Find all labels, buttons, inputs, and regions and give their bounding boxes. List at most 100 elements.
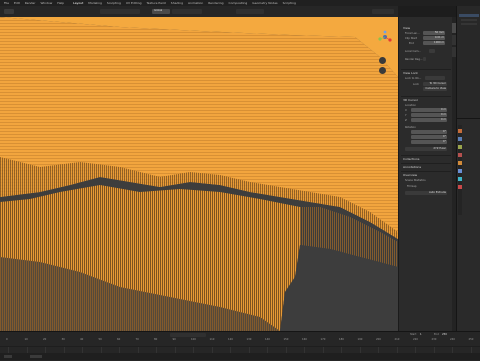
tab-uv-editing[interactable]: UV Editing xyxy=(126,1,142,5)
timeline-tick-label: 120 xyxy=(228,338,233,341)
auto-extrude-button[interactable]: Auto Extrude xyxy=(405,191,447,195)
orientation-label: Global xyxy=(154,9,163,12)
timeline-tick-label: 100 xyxy=(191,338,196,341)
view-lock-title[interactable]: View Lock xyxy=(403,71,418,75)
tab-layout[interactable]: Layout xyxy=(73,1,83,5)
orientation-dropdown[interactable]: Global xyxy=(152,9,170,14)
tab-geometry-nodes[interactable]: Geometry Nodes xyxy=(252,1,277,5)
menu-edit[interactable]: Edit xyxy=(14,1,20,5)
outliner-panel[interactable] xyxy=(456,6,480,118)
y-label: Y xyxy=(405,114,407,117)
start-value[interactable]: 1 xyxy=(420,333,422,336)
outliner-row[interactable] xyxy=(461,19,477,21)
timeline-tick-label: 170 xyxy=(320,338,326,341)
menu-file[interactable]: File xyxy=(4,1,9,5)
cursor-rz-field[interactable]: 0° xyxy=(411,140,447,144)
timeline-tick-label: 240 xyxy=(450,338,455,341)
camera-to-view-toggle[interactable]: Camera to View xyxy=(423,87,447,91)
cursor-section-title[interactable]: 3D Cursor xyxy=(403,98,418,102)
timeline-tick-label: 200 xyxy=(376,338,381,341)
pan-button[interactable] xyxy=(379,67,386,74)
outliner-row[interactable] xyxy=(461,23,477,25)
properties-tabs[interactable] xyxy=(458,125,462,215)
mouse-hint xyxy=(30,355,42,358)
rotation-label: Rotation xyxy=(405,126,416,129)
clip-end-field[interactable]: 1000 m xyxy=(423,41,445,45)
tab-compositing[interactable]: Compositing xyxy=(229,1,248,5)
cursor-y-value: 0 m xyxy=(440,113,446,116)
playback-controls[interactable] xyxy=(170,333,206,337)
cursor-rz-value: 0° xyxy=(443,140,446,143)
timeline-tick-label: 80 xyxy=(154,338,158,341)
collections-title[interactable]: Collections xyxy=(403,157,419,161)
auto-extrude-text: Auto Extrude xyxy=(429,191,446,194)
lock-to-object-field[interactable] xyxy=(425,76,445,80)
world-tab-icon[interactable] xyxy=(458,153,462,157)
local-camera-toggle[interactable] xyxy=(429,49,435,53)
output-tab-icon[interactable] xyxy=(458,137,462,141)
to-3d-cursor-text: To 3D Cursor xyxy=(429,82,446,85)
navigation-gizmo[interactable] xyxy=(377,29,393,74)
zoom-button[interactable] xyxy=(379,57,386,64)
shading-modes[interactable] xyxy=(372,9,394,14)
cursor-ry-field[interactable]: 0° xyxy=(411,135,447,139)
render-region-label: Render Reg... xyxy=(405,58,423,61)
lock-to-object-label: Lock to Ob... xyxy=(405,77,422,80)
annotations-title[interactable]: Annotations xyxy=(403,165,421,169)
tab-animation[interactable]: Animation xyxy=(188,1,203,5)
outliner-row-selected[interactable] xyxy=(459,14,479,17)
timeline-tick-label: 230 xyxy=(431,338,437,341)
divider xyxy=(401,69,451,70)
to-3d-cursor-toggle[interactable]: To 3D Cursor xyxy=(423,82,447,86)
cursor-rx-value: 0° xyxy=(443,130,446,133)
focal-length-value: 50 mm xyxy=(434,31,444,34)
tab-rendering[interactable]: Rendering xyxy=(208,1,223,5)
menu-help[interactable]: Help xyxy=(57,1,64,5)
timeline-tick-label: 140 xyxy=(265,338,270,341)
object-tab-icon[interactable] xyxy=(458,161,462,165)
timeline-tick-label: 190 xyxy=(357,338,363,341)
physics-tab-icon[interactable] xyxy=(458,177,462,181)
tab-scripting[interactable]: Scripting xyxy=(283,1,296,5)
cursor-y-field[interactable]: 0 m xyxy=(411,113,447,117)
timeline-tick-label: 30 xyxy=(61,338,65,341)
clip-start-field[interactable]: 0.01 m xyxy=(423,36,445,40)
overview-title[interactable]: Overview xyxy=(403,173,417,177)
divider xyxy=(401,171,451,172)
snapping-controls[interactable] xyxy=(172,9,202,14)
frame-range: Start 1 End 250 xyxy=(410,333,470,337)
menu-render[interactable]: Render xyxy=(25,1,36,5)
view-section-title[interactable]: View xyxy=(403,26,410,30)
menu-window[interactable]: Window xyxy=(40,1,52,5)
end-value[interactable]: 250 xyxy=(442,333,447,336)
rotation-mode-dropdown[interactable]: XYZ Euler xyxy=(405,147,447,151)
header-tools-left[interactable] xyxy=(100,9,140,14)
overlay-controls[interactable] xyxy=(236,9,264,14)
tab-shading[interactable]: Shading xyxy=(171,1,183,5)
focal-length-field[interactable]: 50 mm xyxy=(423,31,445,35)
x-label: X xyxy=(405,109,407,112)
3d-viewport[interactable] xyxy=(0,17,398,331)
cursor-z-field[interactable]: 0 m xyxy=(411,118,447,122)
render-tab-icon[interactable] xyxy=(458,129,462,133)
fill-gap-label: Fill Gap xyxy=(407,185,417,188)
timeline-tick-label: 160 xyxy=(302,338,307,341)
status-bar xyxy=(0,353,480,360)
modifier-tab-icon[interactable] xyxy=(458,169,462,173)
cursor-x-field[interactable]: 0 m xyxy=(411,108,447,112)
material-tab-icon[interactable] xyxy=(458,185,462,189)
tab-sculpting[interactable]: Sculpting xyxy=(107,1,121,5)
clip-end-label: End xyxy=(409,42,414,45)
tab-modeling[interactable]: Modeling xyxy=(88,1,102,5)
properties-panel xyxy=(456,118,480,332)
editor-type-button[interactable] xyxy=(4,9,14,14)
render-region-checkbox[interactable] xyxy=(423,57,426,61)
tab-texture-paint[interactable]: Texture Paint xyxy=(146,1,165,5)
camera-to-view-text: Camera to View xyxy=(425,87,446,90)
divider xyxy=(401,163,451,164)
timeline-tick-label: 60 xyxy=(117,338,121,341)
cursor-rx-field[interactable]: 0° xyxy=(411,130,447,134)
scene-tab-icon[interactable] xyxy=(458,145,462,149)
axis-gizmo-icon[interactable] xyxy=(377,29,393,53)
timeline-tick-label: 90 xyxy=(172,338,176,341)
